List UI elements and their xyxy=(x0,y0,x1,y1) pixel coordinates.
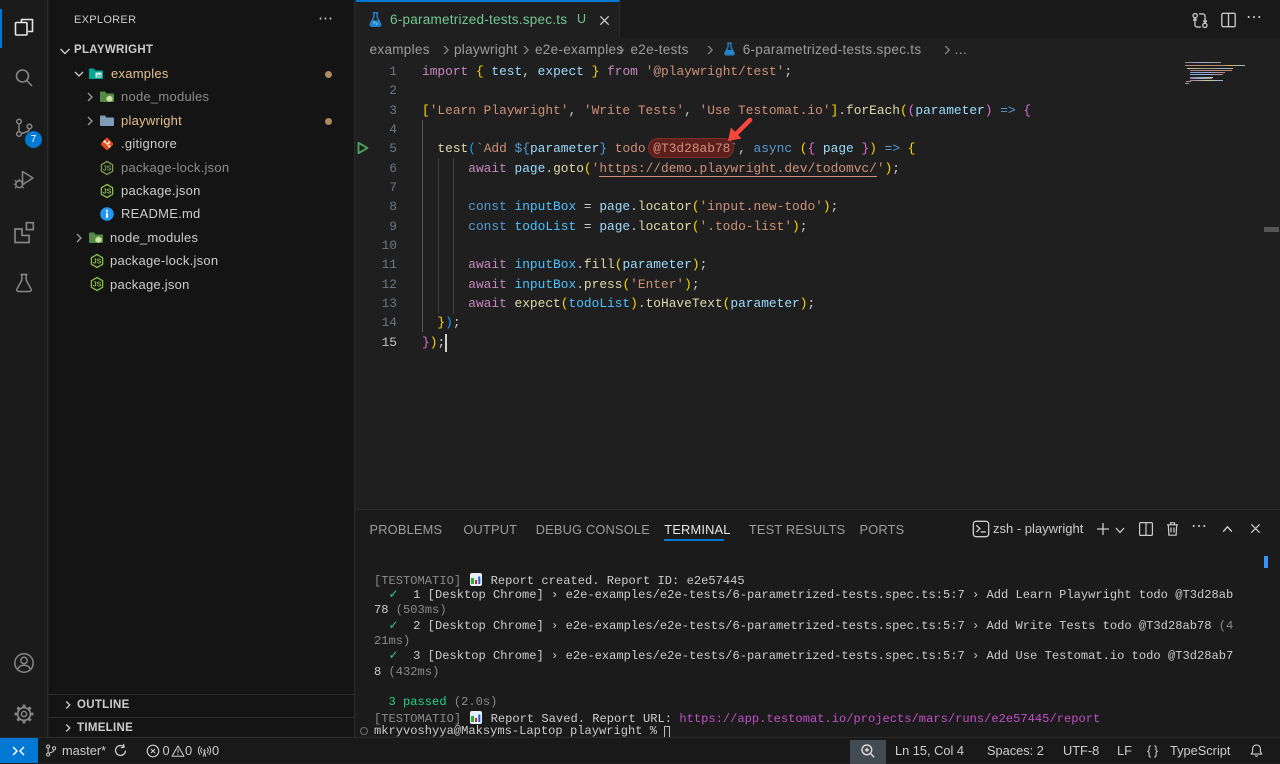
svg-text:JS: JS xyxy=(103,189,112,196)
svg-text:JS: JS xyxy=(103,166,112,173)
svg-text:JS: JS xyxy=(93,259,102,266)
svg-text:JS: JS xyxy=(93,282,102,289)
